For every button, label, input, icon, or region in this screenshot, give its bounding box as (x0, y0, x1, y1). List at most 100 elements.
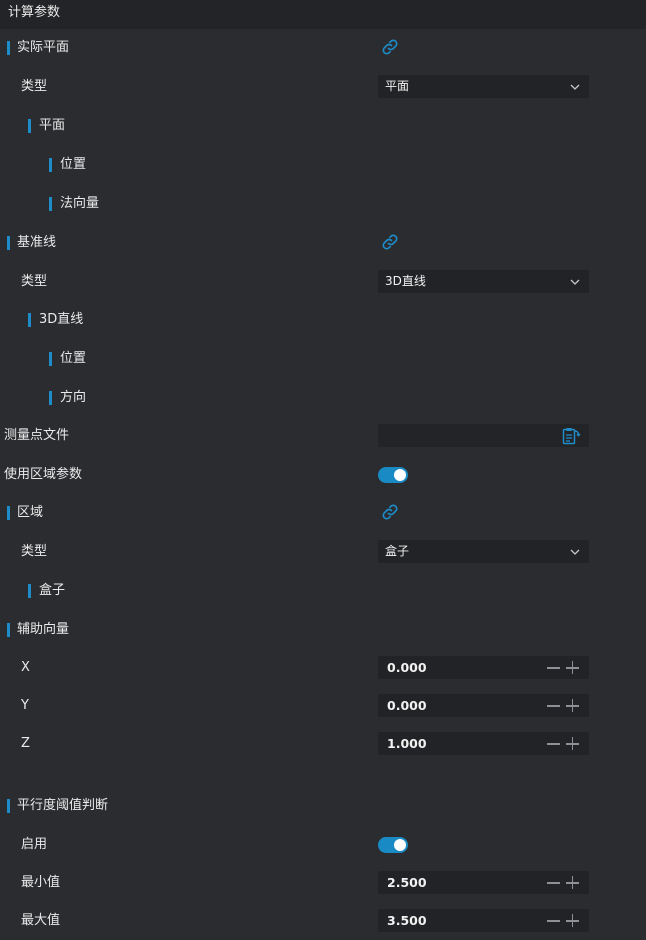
stepper (547, 737, 579, 751)
field-label: 测量点文件 (4, 428, 70, 443)
aux-z-spinbox[interactable]: 1.000 (378, 732, 589, 755)
section-baseline: 基准线 (0, 223, 646, 262)
section-actual-plane: 实际平面 (0, 28, 646, 67)
parallel-min-spinbox[interactable]: 2.500 (378, 871, 589, 894)
line-direction-row: 方向 (0, 378, 646, 417)
panel-title: 计算参数 (8, 5, 61, 20)
link-icon[interactable] (381, 38, 399, 56)
section-marker (7, 623, 10, 637)
section-marker (7, 506, 10, 520)
aux-y-row: Y 0.000 (0, 686, 646, 725)
group-title: 位置 (60, 157, 87, 172)
aux-z-row: Z 1.000 (0, 724, 646, 763)
subsection-marker (49, 197, 52, 211)
section-title: 基准线 (17, 235, 57, 250)
subsection-plane: 平面 (0, 106, 646, 145)
field-label: 类型 (21, 79, 48, 94)
field-label: 启用 (21, 837, 48, 852)
plane-position-row: 位置 (0, 145, 646, 184)
region-type-select[interactable]: 盒子 (378, 540, 589, 563)
select-value: 盒子 (385, 544, 410, 558)
plus-icon[interactable] (566, 737, 579, 750)
spinbox-value: 3.500 (387, 913, 427, 928)
parallel-max-spinbox[interactable]: 3.500 (378, 909, 589, 932)
parallel-enable-toggle[interactable] (378, 837, 408, 853)
stepper (547, 699, 579, 713)
plane-normal-row: 法向量 (0, 184, 646, 223)
field-label: 使用区域参数 (4, 467, 83, 482)
select-value: 3D直线 (385, 274, 426, 288)
section-marker (7, 41, 10, 55)
subsection-marker (49, 158, 52, 172)
spinbox-value: 0.000 (387, 698, 427, 713)
file-refresh-icon[interactable] (561, 426, 581, 446)
use-region-toggle[interactable] (378, 467, 408, 483)
field-label: 最大值 (21, 913, 61, 928)
region-type-row: 类型 盒子 (0, 532, 646, 571)
section-region: 区域 (0, 493, 646, 532)
subsection-marker (28, 584, 31, 598)
select-value: 平面 (385, 79, 410, 93)
spinbox-value: 2.500 (387, 875, 427, 890)
aux-x-spinbox[interactable]: 0.000 (378, 656, 589, 679)
group-title: 法向量 (60, 196, 100, 211)
section-parallel-threshold: 平行度阈值判断 (0, 786, 646, 825)
subsection-3d-line: 3D直线 (0, 300, 646, 339)
chevron-down-icon (570, 84, 580, 90)
group-title: 方向 (60, 390, 87, 405)
aux-y-spinbox[interactable]: 0.000 (378, 694, 589, 717)
toggle-knob (394, 839, 406, 851)
baseline-type-row: 类型 3D直线 (0, 262, 646, 301)
link-icon[interactable] (381, 503, 399, 521)
plus-icon[interactable] (566, 661, 579, 674)
measure-file-input[interactable] (378, 424, 589, 447)
line-position-row: 位置 (0, 339, 646, 378)
stepper (547, 876, 579, 890)
aux-x-row: X 0.000 (0, 648, 646, 687)
minus-icon[interactable] (547, 914, 560, 927)
use-region-row: 使用区域参数 (0, 455, 646, 494)
link-icon[interactable] (381, 233, 399, 251)
baseline-type-select[interactable]: 3D直线 (378, 270, 589, 293)
spinbox-value: 1.000 (387, 736, 427, 751)
subsection-title: 盒子 (39, 583, 66, 598)
subsection-marker (49, 391, 52, 405)
group-title: 位置 (60, 351, 87, 366)
parallel-max-row: 最大值 3.500 (0, 901, 646, 940)
section-aux-vector: 辅助向量 (0, 610, 646, 649)
section-marker (7, 799, 10, 813)
plus-icon[interactable] (566, 699, 579, 712)
actual-plane-type-select[interactable]: 平面 (378, 75, 589, 98)
minus-icon[interactable] (547, 699, 560, 712)
section-title: 实际平面 (17, 40, 70, 55)
field-label: X (21, 660, 30, 675)
chevron-down-icon (570, 549, 580, 555)
field-label: 类型 (21, 544, 48, 559)
section-marker (7, 236, 10, 250)
section-title: 辅助向量 (17, 622, 70, 637)
field-label: Y (21, 698, 29, 713)
subsection-box: 盒子 (0, 571, 646, 610)
subsection-marker (49, 352, 52, 366)
panel-header: 计算参数 (0, 0, 646, 29)
minus-icon[interactable] (547, 737, 560, 750)
field-label: Z (21, 736, 30, 751)
subsection-title: 平面 (39, 118, 66, 133)
field-label: 类型 (21, 274, 48, 289)
section-title: 区域 (17, 505, 44, 520)
stepper (547, 661, 579, 675)
spinbox-value: 0.000 (387, 660, 427, 675)
chevron-down-icon (570, 279, 580, 285)
subsection-marker (28, 119, 31, 133)
plus-icon[interactable] (566, 914, 579, 927)
subsection-title: 3D直线 (39, 312, 84, 327)
parallel-min-row: 最小值 2.500 (0, 863, 646, 902)
section-title: 平行度阈值判断 (17, 798, 109, 813)
plus-icon[interactable] (566, 876, 579, 889)
minus-icon[interactable] (547, 661, 560, 674)
stepper (547, 914, 579, 928)
parallel-enable-row: 启用 (0, 825, 646, 864)
toggle-knob (394, 469, 406, 481)
minus-icon[interactable] (547, 876, 560, 889)
field-label: 最小值 (21, 875, 61, 890)
